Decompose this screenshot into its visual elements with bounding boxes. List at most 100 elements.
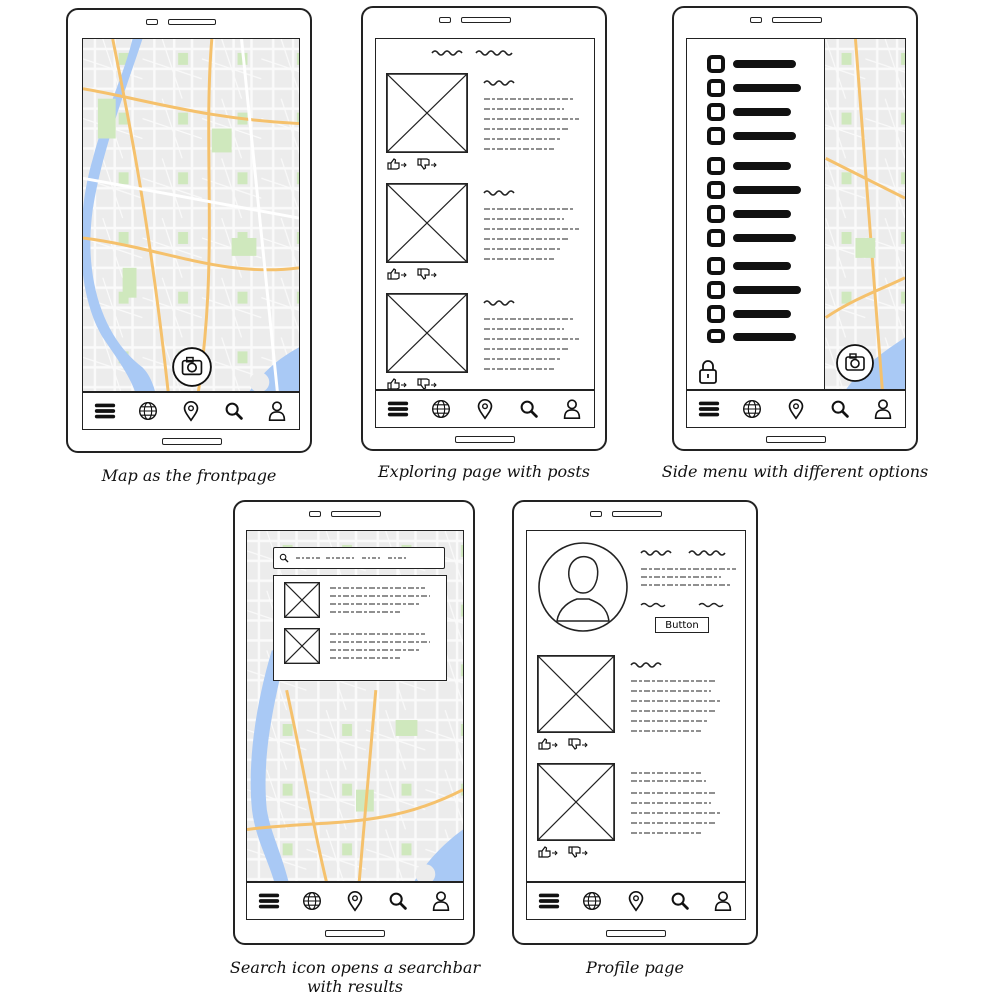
post-card[interactable]: [537, 763, 745, 863]
menu-icon[interactable]: [92, 398, 118, 424]
phone-search: [233, 500, 475, 945]
menu-icon[interactable]: [536, 888, 562, 914]
home-bar: [606, 930, 666, 937]
speaker-bar: [168, 19, 216, 25]
menu-icon[interactable]: [256, 888, 282, 914]
search-screen: [246, 530, 464, 920]
avatar: [538, 542, 628, 632]
user-icon[interactable]: [264, 398, 290, 424]
bottom-navbar: [247, 881, 463, 919]
menu-icon[interactable]: [385, 396, 411, 422]
like-dislike-icons[interactable]: [386, 267, 446, 281]
like-dislike-icons[interactable]: [386, 157, 446, 171]
result-text-scribble: [330, 587, 430, 613]
caption-search: Search icon opens a searchbar with resul…: [200, 958, 510, 996]
speaker-dot: [590, 511, 602, 517]
speaker-bar: [612, 511, 662, 517]
location-pin-icon[interactable]: [472, 396, 498, 422]
side-menu-screen: [686, 38, 906, 428]
caption-exploring: Exploring page with posts: [377, 462, 591, 481]
side-menu-panel: [687, 39, 825, 393]
post-card[interactable]: [386, 183, 594, 283]
caption-search-line2: with results: [306, 977, 404, 996]
search-input[interactable]: [273, 547, 445, 569]
post-card[interactable]: [386, 73, 594, 173]
location-pin-icon[interactable]: [342, 888, 368, 914]
home-bar: [455, 436, 515, 443]
result-text-scribble: [330, 633, 430, 659]
phone-profile: Button: [512, 500, 758, 945]
phone-map-frontpage: [66, 8, 312, 453]
profile-screen: Button: [526, 530, 746, 920]
search-icon[interactable]: [221, 398, 247, 424]
search-icon[interactable]: [516, 396, 542, 422]
post-text-scribble: [483, 300, 579, 370]
globe-icon[interactable]: [579, 888, 605, 914]
search-icon[interactable]: [827, 396, 853, 422]
search-icon[interactable]: [667, 888, 693, 914]
speaker-dot: [750, 17, 762, 23]
speaker-bar: [772, 17, 822, 23]
bottom-navbar: [527, 881, 745, 919]
speaker-dot: [439, 17, 451, 23]
home-bar: [766, 436, 826, 443]
phone-side-menu: [672, 6, 918, 451]
home-bar: [162, 438, 222, 445]
image-placeholder: [386, 73, 468, 153]
lock-icon[interactable]: [697, 359, 719, 385]
search-icon[interactable]: [385, 888, 411, 914]
post-text-scribble: [630, 662, 721, 732]
phone-exploring: [361, 6, 607, 451]
caption-side-menu: Side menu with different options: [661, 462, 929, 481]
exploring-screen: [375, 38, 595, 428]
post-text-scribble: [483, 190, 579, 260]
image-placeholder: [386, 293, 468, 373]
caption-search-line1: Search icon opens a searchbar: [229, 958, 481, 977]
search-result-item[interactable]: [284, 628, 444, 668]
post-card[interactable]: [386, 293, 594, 393]
globe-icon[interactable]: [428, 396, 454, 422]
profile-button[interactable]: Button: [655, 617, 709, 633]
search-results-panel: [273, 575, 447, 681]
speaker-bar: [461, 17, 511, 23]
speaker-dot: [146, 19, 158, 25]
side-menu-items[interactable]: [687, 45, 824, 345]
camera-button[interactable]: [171, 346, 213, 388]
post-text-scribble: [631, 772, 721, 834]
speaker-dot: [309, 511, 321, 517]
camera-button[interactable]: [835, 343, 875, 383]
like-dislike-icons[interactable]: [537, 737, 597, 751]
bottom-navbar: [83, 391, 299, 429]
user-icon[interactable]: [710, 888, 736, 914]
user-icon[interactable]: [428, 888, 454, 914]
image-placeholder: [284, 628, 320, 664]
search-result-item[interactable]: [284, 582, 444, 622]
like-dislike-icons[interactable]: [537, 845, 597, 859]
post-card[interactable]: [537, 655, 745, 755]
speaker-bar: [331, 511, 381, 517]
user-icon[interactable]: [870, 396, 896, 422]
globe-icon[interactable]: [739, 396, 765, 422]
image-placeholder: [537, 655, 615, 733]
image-placeholder: [537, 763, 615, 841]
map-screen: [82, 38, 300, 430]
search-query-scribble: [296, 557, 408, 559]
location-pin-icon[interactable]: [783, 396, 809, 422]
image-placeholder: [284, 582, 320, 618]
header-title-scribble: [431, 50, 513, 56]
bottom-navbar: [376, 389, 594, 427]
user-icon[interactable]: [559, 396, 585, 422]
bottom-navbar: [687, 389, 905, 427]
post-text-scribble: [483, 80, 579, 150]
globe-icon[interactable]: [299, 888, 325, 914]
profile-name-scribble: [640, 550, 736, 608]
caption-map-frontpage: Map as the frontpage: [101, 466, 277, 485]
menu-icon[interactable]: [696, 396, 722, 422]
search-icon: [278, 552, 290, 564]
caption-profile: Profile page: [586, 958, 684, 977]
location-pin-icon[interactable]: [623, 888, 649, 914]
location-pin-icon[interactable]: [178, 398, 204, 424]
image-placeholder: [386, 183, 468, 263]
home-bar: [325, 930, 385, 937]
globe-icon[interactable]: [135, 398, 161, 424]
